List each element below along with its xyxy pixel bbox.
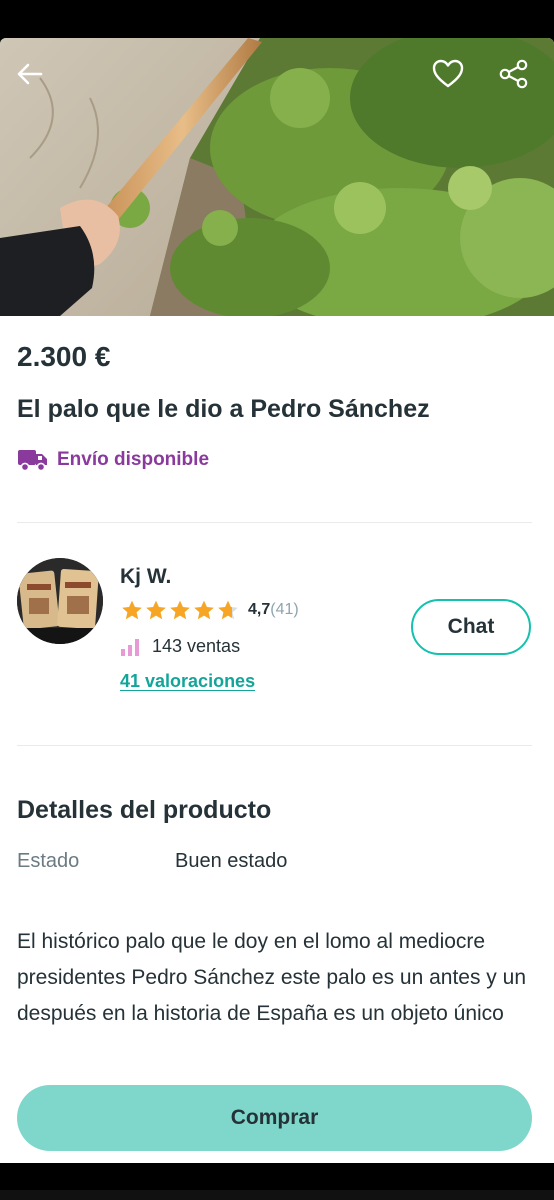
details-heading: Detalles del producto	[17, 796, 272, 824]
shipping-info: Envío disponible	[17, 447, 209, 473]
star-icon	[122, 600, 142, 620]
bar-chart-icon	[121, 638, 139, 656]
arrow-left-icon	[17, 63, 43, 85]
star-icon	[170, 600, 190, 620]
truck-icon	[18, 450, 47, 472]
seller-name[interactable]: Kj W.	[120, 565, 171, 589]
divider	[17, 745, 532, 746]
star-icon	[194, 600, 214, 620]
shipping-label: Envío disponible	[57, 449, 210, 470]
condition-label: Estado	[17, 850, 80, 872]
condition-value: Buen estado	[175, 850, 288, 872]
sales-count: 143 ventas	[152, 636, 241, 656]
seller-rating: 4,7 (41)	[120, 599, 299, 621]
product-screen: 2.300 € El palo que le dio a Pedro Sánch…	[0, 38, 554, 1163]
bottom-bar	[0, 1190, 554, 1200]
share-button[interactable]	[496, 56, 532, 92]
seller-sales: 143 ventas	[120, 636, 240, 657]
divider	[17, 522, 532, 523]
back-button[interactable]	[12, 56, 48, 92]
buy-button[interactable]: Comprar	[17, 1085, 532, 1151]
rating-count: (41)	[270, 601, 299, 618]
share-icon	[499, 59, 528, 89]
star-icon	[218, 600, 238, 620]
star-icon	[146, 600, 166, 620]
heart-icon	[432, 59, 464, 88]
favorite-button[interactable]	[430, 56, 466, 92]
rating-stars	[120, 599, 240, 621]
reviews-link[interactable]: 41 valoraciones	[120, 671, 255, 692]
product-photo[interactable]	[0, 38, 554, 316]
product-title: El palo que le dio a Pedro Sánchez	[17, 395, 430, 423]
product-description: El histórico palo que le doy en el lomo …	[17, 930, 527, 1025]
product-price: 2.300 €	[17, 341, 111, 372]
seller-avatar[interactable]	[17, 558, 103, 644]
rating-value: 4,7	[248, 601, 271, 618]
chat-button[interactable]: Chat	[411, 599, 531, 655]
